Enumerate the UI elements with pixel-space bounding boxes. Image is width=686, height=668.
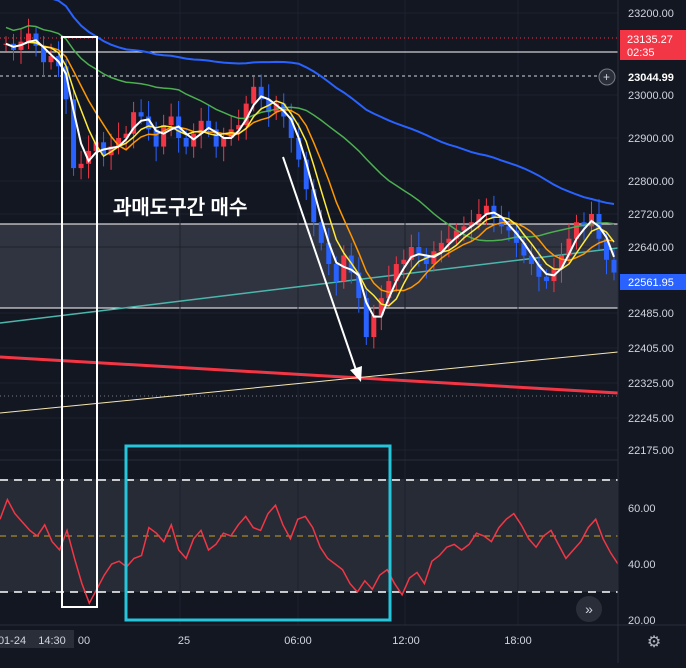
plus-circle-glyph: + <box>603 70 610 84</box>
candle-body <box>183 138 189 147</box>
rsi-tick-label: 20.00 <box>628 615 656 627</box>
price-tag-label: 23135.27 <box>627 34 673 46</box>
rsi-tick-label: 40.00 <box>628 559 656 571</box>
time-axis <box>0 625 686 663</box>
price-tick-label: 22640.00 <box>628 242 674 254</box>
candle-body <box>611 259 617 273</box>
chart-canvas[interactable]: 과매도구간 매수 23200.00 23000.00 22900.00 22800.0… <box>0 0 686 663</box>
candle-body <box>78 163 84 169</box>
candle-body <box>138 112 144 117</box>
price-tick-label: 23000.00 <box>628 90 674 102</box>
time-tick-label: 12:00 <box>392 635 420 647</box>
price-tick-label: 23200.00 <box>628 8 674 20</box>
candle-body <box>543 276 549 282</box>
chart-window: 과매도구간 매수 23200.00 23000.00 22900.00 22800.0… <box>0 0 686 663</box>
candle-body <box>161 125 167 147</box>
price-tick-label: 22720.00 <box>628 209 674 221</box>
candle-body <box>168 116 174 126</box>
price-tick-label: 22900.00 <box>628 133 674 145</box>
time-tick-label: 01-24 <box>0 635 26 647</box>
double-chevron-right-icon[interactable]: » <box>576 596 602 622</box>
price-tick-label: 22325.00 <box>628 378 674 390</box>
time-tick-label: 18:00 <box>504 635 532 647</box>
annotation-text: 과매도구간 매수 <box>113 196 247 219</box>
time-tick-label: 06:00 <box>284 635 312 647</box>
rsi-tick-label: 60.00 <box>628 503 656 515</box>
price-tick-label: 22485.00 <box>628 308 674 320</box>
price-tick-label: 22800.00 <box>628 176 674 188</box>
time-tick-label: 00 <box>78 635 90 647</box>
gear-icon[interactable]: ⚙ <box>644 633 664 653</box>
price-tick-label: 22245.00 <box>628 413 674 425</box>
time-tick-label: 14:30 <box>38 635 66 647</box>
candle-body <box>333 264 339 282</box>
price-tag-sub: 02:35 <box>627 47 655 59</box>
candle-body <box>221 138 227 147</box>
candle-body <box>251 86 257 104</box>
price-tag-label: 23044.99 <box>628 72 674 84</box>
price-tick-label: 22405.00 <box>628 343 674 355</box>
price-tick-label: 22175.00 <box>628 445 674 457</box>
candle-body <box>401 259 407 265</box>
price-tag-label: 22561.95 <box>628 277 674 289</box>
time-tick-label: 25 <box>178 635 190 647</box>
candle-body <box>371 315 377 338</box>
